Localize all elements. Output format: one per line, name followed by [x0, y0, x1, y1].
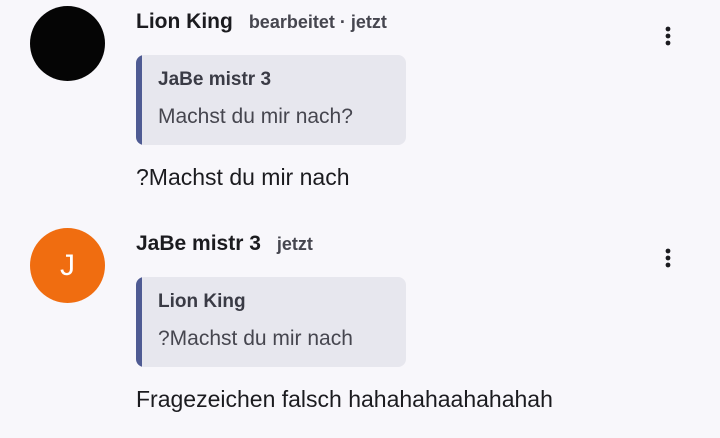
quoted-message[interactable]: Lion King ?Machst du mir nach: [136, 277, 406, 367]
quote-text: Machst du mir nach?: [158, 105, 353, 128]
comment-meta: jetzt: [277, 234, 313, 255]
meta-separator: ·: [339, 12, 346, 32]
quote-author: Lion King: [158, 291, 246, 312]
author-name[interactable]: Lion King: [136, 10, 233, 34]
quote-text: ?Machst du mir nach: [158, 327, 353, 350]
quote-accent-bar: [136, 277, 142, 367]
comment-text: ?Machst du mir nach: [136, 164, 350, 190]
quoted-message[interactable]: JaBe mistr 3 Machst du mir nach?: [136, 55, 406, 145]
timestamp: jetzt: [350, 12, 387, 32]
more-vert-icon[interactable]: [656, 246, 680, 270]
timestamp: jetzt: [276, 234, 313, 254]
comment-meta: bearbeitet · jetzt: [249, 12, 387, 33]
edited-label: bearbeitet: [248, 12, 335, 32]
quote-author: JaBe mistr 3: [158, 69, 272, 90]
comment-header: JaBe mistr 3 jetzt: [136, 232, 313, 256]
avatar[interactable]: [30, 6, 105, 81]
more-vert-icon[interactable]: [656, 24, 680, 48]
comment-item: Lion King bearbeitet · jetzt JaBe mistr …: [0, 0, 720, 215]
comment-header: Lion King bearbeitet · jetzt: [136, 10, 387, 34]
author-name[interactable]: JaBe mistr 3: [136, 232, 261, 256]
comment-item: J JaBe mistr 3 jetzt Lion King ?Machst d…: [0, 222, 720, 438]
comment-text: Fragezeichen falsch hahahahaahahahah: [136, 386, 553, 412]
quote-accent-bar: [136, 55, 142, 145]
avatar[interactable]: J: [30, 228, 105, 303]
avatar-letter: J: [60, 248, 75, 282]
